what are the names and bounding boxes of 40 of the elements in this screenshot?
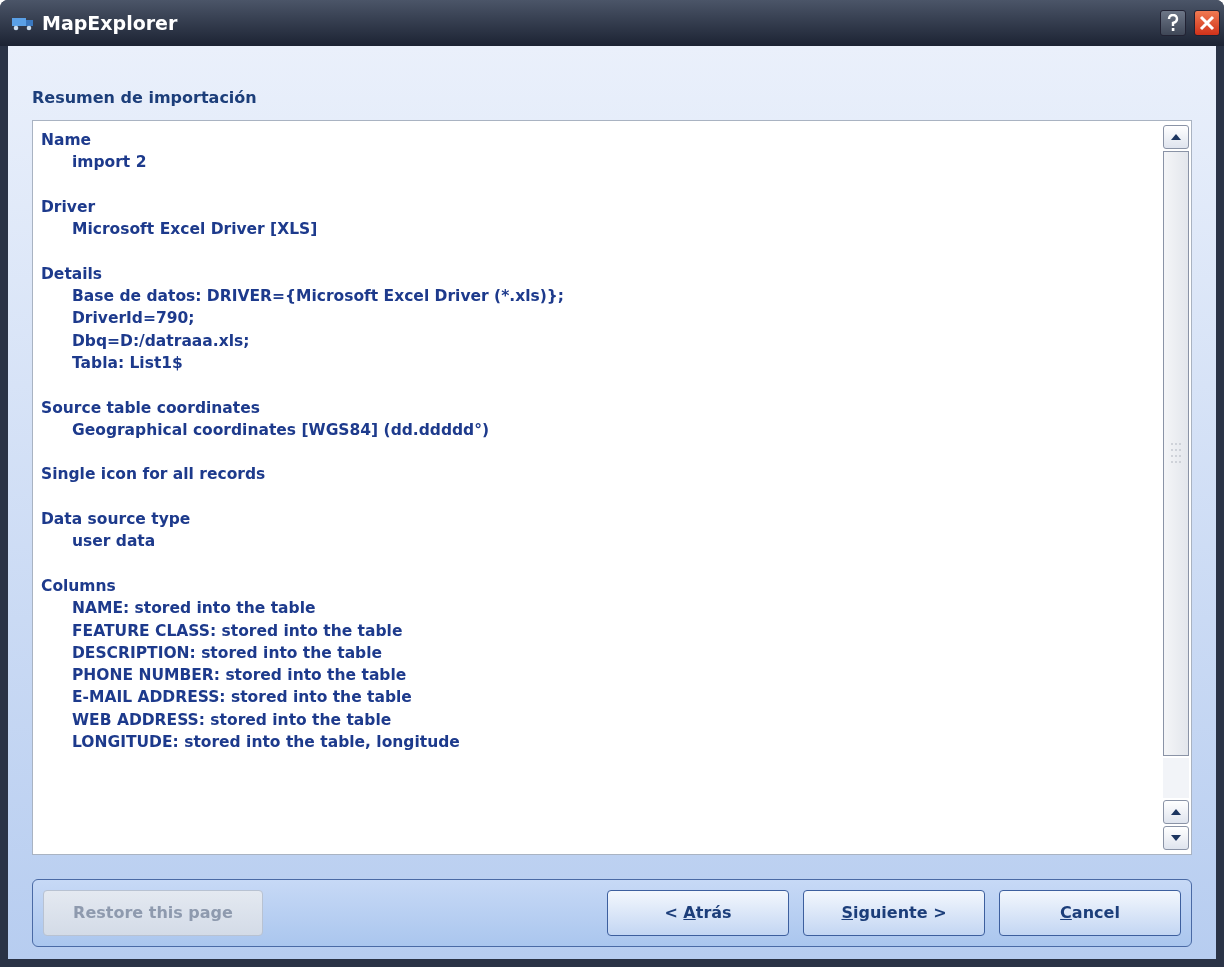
window-title: MapExplorer [42, 10, 179, 36]
detail-line: E-MAIL ADDRESS: stored into the table [71, 687, 413, 709]
detail-line: user data [71, 531, 157, 553]
detail-line: Tabla: List1$ [71, 352, 184, 374]
truck-icon [12, 15, 34, 31]
detail-line: Base de datos: DRIVER={Microsoft Excel Driver (*.xls)}; [71, 286, 565, 308]
detail-line: FEATURE CLASS: stored into the table [71, 620, 404, 642]
detail-line: Dbq=D:/datraaa.xls; [71, 330, 251, 352]
wizard-button[interactable]: Siguiente > [803, 890, 985, 936]
scroll-up-button[interactable] [1163, 800, 1189, 824]
section-title: Driver [41, 196, 97, 218]
grip-icon [1170, 441, 1182, 466]
detail-line: NAME: stored into the table [71, 598, 317, 620]
section-title: Name [41, 130, 93, 151]
help-button[interactable] [1160, 10, 1186, 36]
scroll-up-button[interactable] [1163, 125, 1189, 149]
section-title: Source table coordinates [41, 397, 261, 419]
detail-line: DESCRIPTION: stored into the table [71, 642, 383, 664]
help-icon [1167, 14, 1179, 32]
detail-line: PHONE NUMBER: stored into the table [71, 665, 408, 687]
detail-line: LONGITUDE: stored into the table, longitude [71, 732, 461, 753]
up-arrow-icon [1171, 809, 1181, 815]
wizard-button[interactable]: < Atrás [607, 890, 789, 936]
detail-line: Geographical coordinates [WGS84] (dd.ddddd°) [71, 419, 491, 441]
close-button[interactable] [1194, 10, 1220, 36]
scroll-down-button[interactable] [1163, 826, 1189, 850]
wizard-button[interactable]: Cancel [999, 890, 1181, 936]
detail-line: WEB ADDRESS: stored into the table [71, 709, 393, 731]
up-arrow-icon [1171, 134, 1181, 140]
close-icon [1199, 15, 1215, 31]
down-arrow-icon [1171, 835, 1181, 841]
section-title: Columns [41, 575, 117, 597]
detail-line: Microsoft Excel Driver [XLS] [71, 219, 319, 241]
section-title: Single icon for all records [41, 464, 267, 486]
scroll-thumb[interactable] [1163, 151, 1189, 756]
page-heading: Resumen de importación [32, 87, 258, 109]
detail-line: DriverId=790; [71, 308, 196, 330]
section-title: Data source type [41, 509, 192, 531]
detail-line: import 2 [71, 152, 148, 174]
section-title: Details [41, 263, 104, 285]
